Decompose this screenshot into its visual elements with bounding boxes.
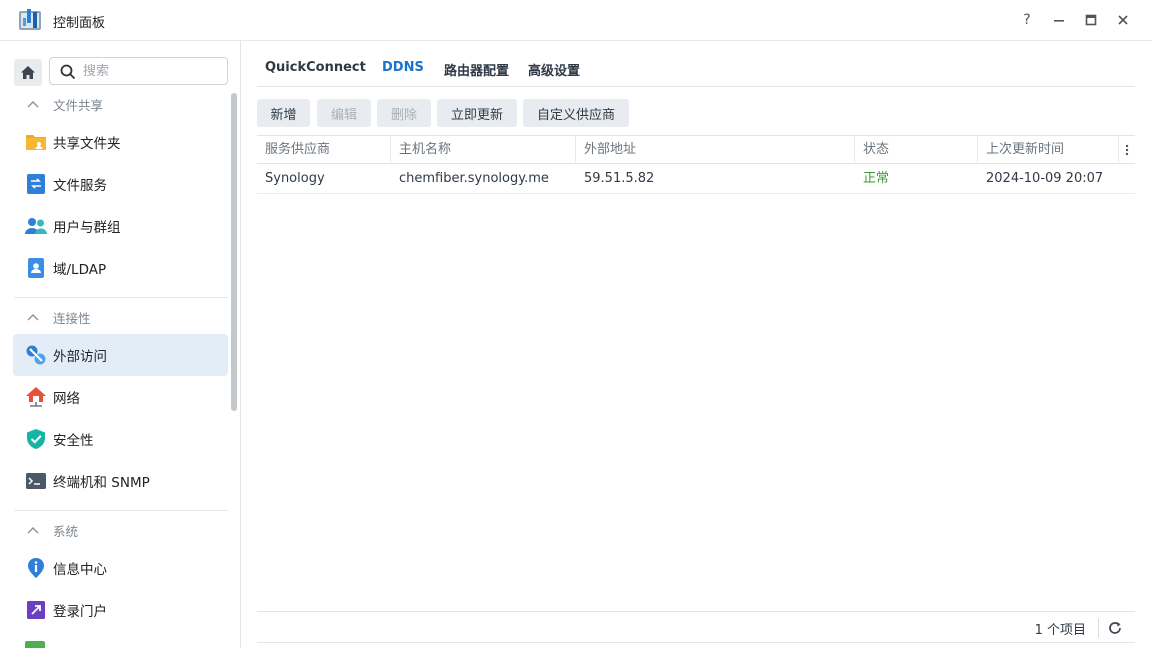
table-header: 服务供应商 主机名称 外部地址 状态 上次更新时间 [257,135,1135,164]
sidebar-item-label: 文件服务 [53,178,107,194]
network-icon [25,386,47,408]
column-header-external-address[interactable]: 外部地址 [576,136,855,164]
sidebar-item-label: 共享文件夹 [53,136,121,152]
table-row[interactable]: Synology chemfiber.synology.me 59.51.5.8… [257,164,1135,194]
ldap-icon [25,257,47,279]
close-button[interactable] [1113,10,1133,30]
home-icon [21,66,35,79]
sidebar-item-shared-folder[interactable]: 共享文件夹 [13,121,228,163]
delete-button[interactable]: 删除 [377,99,431,127]
table-footer: 1 个项目 [257,611,1135,643]
section-title: 系统 [53,523,79,539]
file-services-icon [25,173,47,195]
refresh-icon [1109,622,1121,634]
section-header-file-sharing[interactable]: 文件共享 [14,92,228,116]
maximize-button[interactable] [1081,10,1101,30]
tab-bar: QuickConnect DDNS 路由器配置 高级设置 [257,41,1135,87]
sidebar-scrollbar[interactable] [231,93,237,411]
minimize-icon [1054,20,1064,22]
sidebar-item-file-services[interactable]: 文件服务 [13,163,228,205]
security-shield-icon [25,428,47,450]
sidebar-item-security[interactable]: 安全性 [13,418,228,460]
login-portal-icon [25,599,47,621]
footer-divider [1098,618,1099,638]
info-center-icon [25,557,47,579]
close-icon [1118,15,1128,25]
section-header-system[interactable]: 系统 [14,518,228,542]
tab-ddns[interactable]: DDNS [382,60,424,75]
search-box[interactable] [49,57,228,85]
minimize-button[interactable] [1049,10,1069,30]
refresh-button[interactable] [1106,619,1124,637]
edit-button[interactable]: 编辑 [317,99,371,127]
search-input[interactable] [83,62,223,80]
control-panel-icon [19,9,43,31]
column-header-hostname[interactable]: 主机名称 [391,136,576,164]
add-button[interactable]: 新增 [257,99,310,127]
cell-status: 正常 [863,171,890,186]
section-title: 文件共享 [53,97,104,113]
sidebar-item-label: 信息中心 [53,562,107,578]
tab-quickconnect[interactable]: QuickConnect [265,60,366,75]
custom-provider-button[interactable]: 自定义供应商 [523,99,629,127]
sidebar-item-users-groups[interactable]: 用户与群组 [13,205,228,247]
column-header-last-update[interactable]: 上次更新时间 [978,136,1119,164]
sidebar-item-label: 安全性 [53,433,94,449]
sidebar-item-label: 用户与群组 [53,220,121,236]
sidebar-item-info-center[interactable]: 信息中心 [13,547,228,589]
sidebar-item-label: 终端机和 SNMP [53,475,150,491]
sidebar-item-domain-ldap[interactable]: 域/LDAP [13,247,228,289]
sidebar-item-label: 外部访问 [53,349,107,365]
external-access-icon [25,344,47,366]
section-title: 连接性 [53,310,91,326]
tab-advanced-settings[interactable]: 高级设置 [528,60,580,79]
help-button[interactable]: ? [1017,10,1037,30]
update-now-button[interactable]: 立即更新 [437,99,517,127]
sidebar-item-network[interactable]: 网络 [13,376,228,418]
partial-item-icon [25,641,45,648]
window-title: 控制面板 [53,16,106,31]
cell-hostname: chemfiber.synology.me [399,171,549,186]
sidebar-item-terminal-snmp[interactable]: 终端机和 SNMP [13,460,228,502]
column-header-provider[interactable]: 服务供应商 [257,136,391,164]
sidebar-item-label: 网络 [53,391,80,407]
ddns-table: 服务供应商 主机名称 外部地址 状态 上次更新时间 Synology chemf… [257,135,1135,194]
cell-provider: Synology [265,171,325,186]
title-bar: 控制面板 ? [0,0,1152,41]
home-button[interactable] [14,59,42,86]
column-menu-button[interactable] [1119,136,1135,164]
maximize-icon [1085,14,1097,26]
sidebar: 文件共享 共享文件夹 文件服务 用户与群组 域/LDAP 连接性 外部访问 [0,41,241,648]
section-header-connectivity[interactable]: 连接性 [14,305,228,329]
terminal-icon [25,470,47,492]
section-divider [14,297,228,298]
item-count: 1 个项目 [1034,623,1086,638]
section-divider [14,510,228,511]
column-header-status[interactable]: 状态 [855,136,978,164]
tab-router-config[interactable]: 路由器配置 [444,60,509,79]
folder-share-icon [25,131,47,153]
more-vertical-icon [1125,144,1129,156]
sidebar-item-external-access[interactable]: 外部访问 [13,334,228,376]
main-panel: QuickConnect DDNS 路由器配置 高级设置 新增 编辑 删除 立即… [242,41,1152,648]
users-icon [25,215,47,237]
cell-external-address: 59.51.5.82 [584,171,655,186]
chevron-up-icon [27,313,45,321]
sidebar-item-login-portal[interactable]: 登录门户 [13,589,228,631]
chevron-up-icon [27,100,45,108]
cell-last-update: 2024-10-09 20:07 [986,171,1104,186]
search-icon [60,64,76,80]
sidebar-item-label: 域/LDAP [53,262,107,278]
chevron-up-icon [27,526,45,534]
sidebar-item-label: 登录门户 [53,604,107,620]
